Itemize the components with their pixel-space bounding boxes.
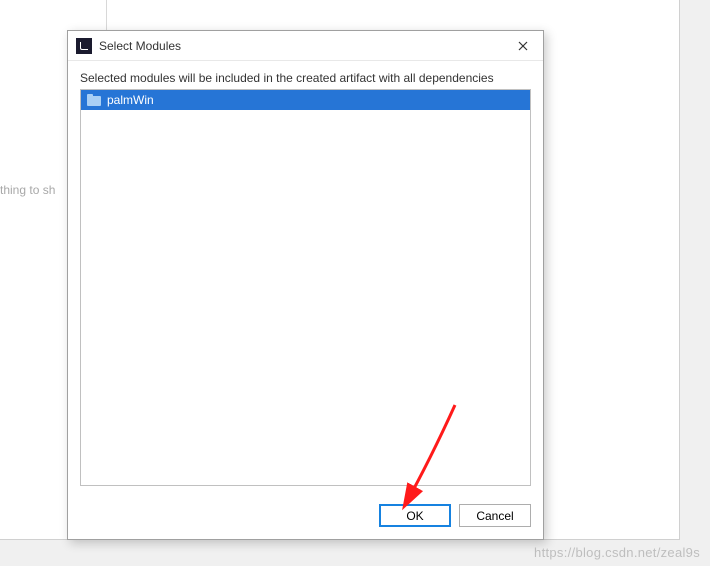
dialog-titlebar[interactable]: Select Modules [68,31,543,61]
dialog-title: Select Modules [99,39,509,53]
module-list[interactable]: palmWin [80,89,531,486]
dialog-body: Selected modules will be included in the… [68,61,543,494]
select-modules-dialog: Select Modules Selected modules will be … [67,30,544,540]
watermark: https://blog.csdn.net/zeal9s [534,545,700,560]
module-folder-icon [87,94,101,106]
close-icon [518,41,528,51]
app-icon [76,38,92,54]
list-item[interactable]: palmWin [81,90,530,110]
dialog-button-row: OK Cancel [68,494,543,539]
close-button[interactable] [509,35,537,57]
background-placeholder-text: thing to sh [0,183,55,197]
module-label: palmWin [107,93,154,107]
dialog-description: Selected modules will be included in the… [80,71,531,85]
cancel-button[interactable]: Cancel [459,504,531,527]
ok-button[interactable]: OK [379,504,451,527]
